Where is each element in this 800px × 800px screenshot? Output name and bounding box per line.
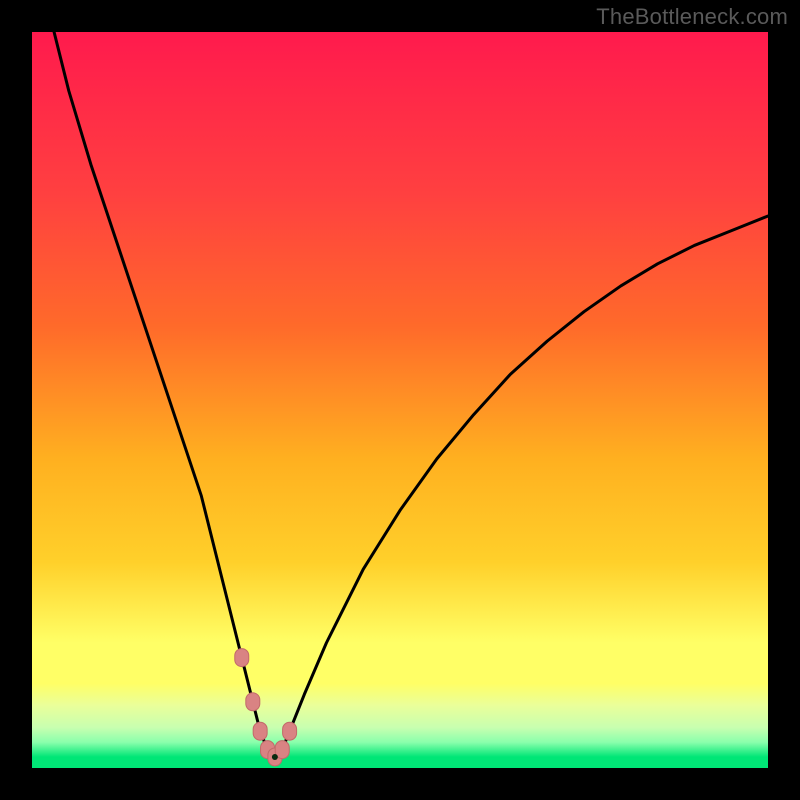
chart-container: TheBottleneck.com: [0, 0, 800, 800]
curve-path: [54, 32, 768, 757]
watermark-text: TheBottleneck.com: [596, 4, 788, 30]
notch-marker: [246, 693, 260, 711]
notch-marker: [283, 722, 297, 740]
plot-area: [32, 32, 768, 768]
min-point: [272, 754, 278, 760]
notch-marker: [253, 722, 267, 740]
notch-marker: [235, 649, 249, 667]
bottleneck-curve: [32, 32, 768, 768]
